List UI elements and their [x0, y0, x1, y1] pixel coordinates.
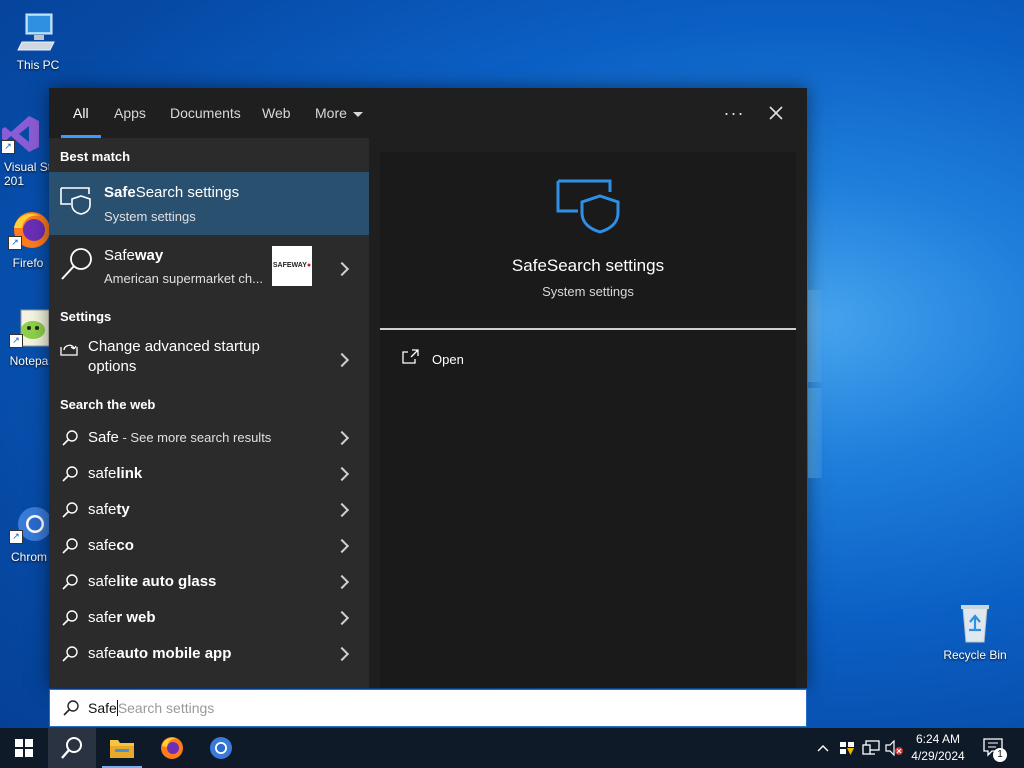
- tab-web[interactable]: Web: [262, 88, 291, 138]
- clock-time: 6:24 AM: [915, 732, 961, 746]
- notepad-plus-icon: ↗: [7, 306, 51, 350]
- result-safeway[interactable]: Safeway American supermarket ch... SAFEW…: [49, 235, 369, 301]
- shortcut-arrow-icon: ↗: [9, 334, 23, 348]
- tray-network[interactable]: [862, 728, 880, 768]
- tab-more[interactable]: More: [315, 88, 363, 138]
- wallpaper-beam: [808, 388, 822, 478]
- desktop-icon-visual-studio[interactable]: ↗ Visual St 201: [0, 112, 56, 188]
- chevron-right-icon[interactable]: [334, 502, 350, 518]
- preview-title: SafeSearch settings: [511, 256, 665, 275]
- startup-recovery-icon: [60, 341, 78, 362]
- safesearch-shield-icon: [59, 185, 93, 220]
- open-icon: [402, 349, 419, 364]
- more-options-button[interactable]: ···: [721, 100, 747, 126]
- action-center-button[interactable]: 1: [982, 728, 1008, 768]
- web-result-item[interactable]: safelite auto glass: [49, 564, 369, 600]
- web-result-item[interactable]: safelink: [49, 456, 369, 492]
- result-title-match: Safe: [104, 184, 136, 201]
- shortcut-arrow-icon: ↗: [1, 140, 15, 154]
- web-result-item[interactable]: safety: [49, 492, 369, 528]
- result-change-advanced-startup[interactable]: Change advanced startup options: [49, 332, 369, 388]
- result-title-rest: Search settings: [135, 184, 240, 201]
- recycle-bin-icon: [953, 600, 997, 644]
- search-icon: [62, 574, 78, 590]
- search-autocomplete-hint: Search settings: [117, 700, 215, 716]
- taskbar-file-explorer[interactable]: [98, 728, 146, 768]
- close-button[interactable]: [763, 100, 789, 126]
- desktop-icon-this-pc[interactable]: This PC: [0, 10, 76, 72]
- result-safesearch-settings[interactable]: SafeSearch settings System settings: [49, 172, 369, 235]
- shortcut-arrow-icon: ↗: [9, 530, 23, 544]
- section-settings: Settings: [60, 309, 112, 324]
- search-icon: [63, 700, 79, 716]
- preview-subtitle: System settings: [542, 284, 634, 299]
- tray-volume[interactable]: [884, 728, 904, 768]
- network-icon: [862, 740, 880, 755]
- chrome-icon: [210, 737, 232, 759]
- chevron-right-icon[interactable]: [334, 574, 350, 590]
- section-best-match: Best match: [60, 149, 131, 164]
- preview-pane: SafeSearch settings System settings Open: [380, 152, 796, 688]
- visual-studio-icon: ↗: [0, 112, 43, 156]
- tray-overflow-chevron[interactable]: [814, 728, 832, 768]
- chevron-right-icon[interactable]: [334, 352, 350, 368]
- chevron-up-icon: [817, 745, 829, 752]
- search-icon: [62, 646, 78, 662]
- chevron-down-icon: [352, 111, 363, 117]
- tab-all[interactable]: All: [73, 88, 89, 138]
- chevron-right-icon[interactable]: [334, 646, 350, 662]
- search-icon: [62, 502, 78, 518]
- results-pane: Best match SafeSearch settings System se…: [49, 138, 369, 688]
- start-button[interactable]: [0, 728, 48, 768]
- wallpaper-beam: [808, 290, 822, 382]
- chevron-right-icon[interactable]: [334, 261, 350, 277]
- firefox-icon: ↗: [6, 208, 50, 252]
- safesearch-shield-icon: [556, 178, 622, 241]
- security-warning-icon: [840, 742, 854, 755]
- taskbar-chrome[interactable]: [197, 728, 245, 768]
- web-result-item[interactable]: safeauto mobile app: [49, 636, 369, 672]
- preview-divider: [380, 328, 796, 330]
- clock-date: 4/29/2024: [911, 749, 965, 763]
- web-result-item[interactable]: safer web: [49, 600, 369, 636]
- notification-count-badge: 1: [993, 748, 1007, 762]
- search-input[interactable]: SafeSearch settings: [49, 689, 807, 727]
- taskbar-clock[interactable]: 6:24 AM 4/29/2024: [903, 731, 973, 765]
- taskbar-search-button[interactable]: [48, 728, 96, 768]
- result-subtitle: System settings: [104, 209, 196, 224]
- search-icon: [59, 246, 95, 287]
- chevron-right-icon[interactable]: [334, 610, 350, 626]
- chrome-icon: ↗: [7, 502, 52, 546]
- chevron-right-icon[interactable]: [334, 466, 350, 482]
- taskbar: 6:24 AM 4/29/2024 1: [0, 728, 1024, 768]
- search-icon: [62, 610, 78, 626]
- search-query-text: Safe: [88, 700, 117, 716]
- taskbar-firefox[interactable]: [148, 728, 196, 768]
- search-tabs: All Apps Documents Web More ···: [49, 88, 807, 138]
- tray-security[interactable]: [838, 728, 856, 768]
- search-icon: [62, 466, 78, 482]
- volume-muted-icon: [885, 740, 903, 756]
- section-search-the-web: Search the web: [60, 397, 156, 412]
- firefox-icon: [161, 737, 183, 759]
- desktop-icon-recycle-bin[interactable]: Recycle Bin: [937, 600, 1013, 662]
- search-icon: [62, 538, 78, 554]
- web-result-item[interactable]: safeco: [49, 528, 369, 564]
- computer-icon: [16, 10, 60, 54]
- folder-icon: [110, 740, 134, 758]
- windows-logo-icon: [15, 739, 33, 757]
- tab-apps[interactable]: Apps: [114, 88, 146, 138]
- shortcut-arrow-icon: ↗: [8, 236, 22, 250]
- tab-documents[interactable]: Documents: [170, 88, 241, 138]
- result-subtitle: American supermarket ch...: [104, 271, 263, 286]
- close-icon: [769, 106, 783, 120]
- search-icon: [61, 737, 82, 759]
- safeway-logo: SAFEWAY●: [272, 246, 312, 286]
- chevron-right-icon[interactable]: [334, 538, 350, 554]
- search-icon: [62, 430, 78, 446]
- chevron-right-icon[interactable]: [334, 430, 350, 446]
- search-flyout: All Apps Documents Web More ··· Best mat…: [49, 88, 807, 688]
- web-result-item[interactable]: Safe - See more search results: [49, 420, 369, 456]
